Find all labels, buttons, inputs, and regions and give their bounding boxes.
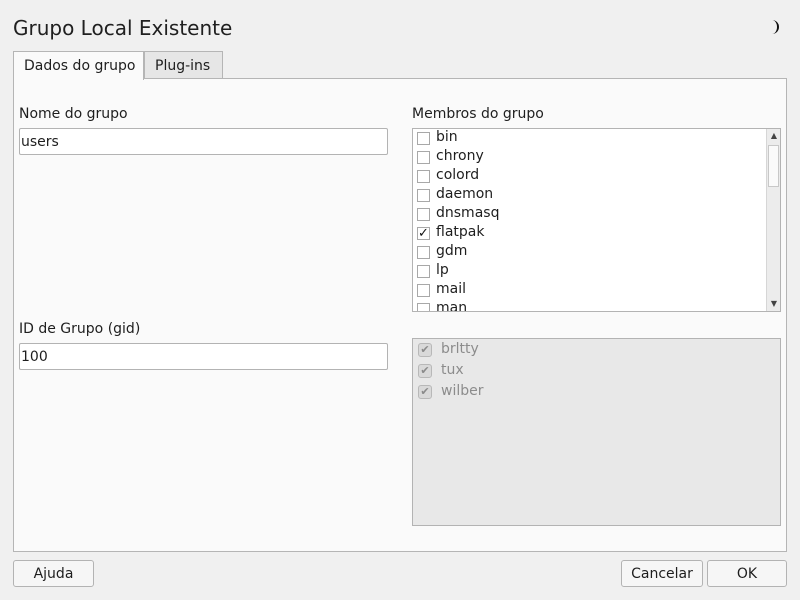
member-checkbox[interactable] bbox=[417, 132, 430, 145]
member-label: gdm bbox=[436, 243, 468, 259]
member-checkbox[interactable] bbox=[417, 246, 430, 259]
scroll-down-arrow-icon[interactable]: ▼ bbox=[770, 300, 778, 308]
gid-field[interactable]: 100 bbox=[19, 343, 388, 370]
list-item: ✔ tux bbox=[418, 361, 618, 381]
fixed-member-checkbox: ✔ bbox=[418, 364, 432, 378]
gid-label: ID de Grupo (gid) bbox=[19, 321, 141, 337]
member-label: bin bbox=[436, 129, 458, 145]
list-item[interactable]: mail bbox=[413, 281, 767, 300]
group-name-field[interactable]: users bbox=[19, 128, 388, 155]
member-label: mail bbox=[436, 281, 466, 297]
list-item[interactable]: colord bbox=[413, 167, 767, 186]
members-list[interactable]: bin chrony colord daemon dnsmasq ✓ flatpak gdm l… bbox=[412, 128, 781, 312]
members-label: Membros do grupo bbox=[412, 106, 544, 122]
member-label: flatpak bbox=[436, 224, 485, 240]
list-item: ✔ brltty bbox=[418, 340, 618, 360]
tab-group-data[interactable]: Dados do grupo bbox=[13, 51, 144, 80]
fixed-member-label: tux bbox=[441, 362, 464, 378]
list-item[interactable]: bin bbox=[413, 129, 767, 148]
moon-icon bbox=[772, 20, 779, 34]
fixed-member-checkbox: ✔ bbox=[418, 385, 432, 399]
ok-button[interactable]: OK bbox=[707, 560, 787, 587]
member-checkbox[interactable] bbox=[417, 170, 430, 183]
member-label: colord bbox=[436, 167, 480, 183]
list-item: ✔ wilber bbox=[418, 382, 618, 402]
member-checkbox[interactable] bbox=[417, 208, 430, 221]
members-scrollbar[interactable]: ▲ ▼ bbox=[766, 129, 780, 311]
scroll-up-arrow-icon[interactable]: ▲ bbox=[770, 132, 778, 140]
tab-plugins[interactable]: Plug-ins bbox=[144, 51, 223, 79]
fixed-member-checkbox: ✔ bbox=[418, 343, 432, 357]
list-item[interactable]: daemon bbox=[413, 186, 767, 205]
fixed-members-box: ✔ brltty ✔ tux ✔ wilber bbox=[412, 338, 781, 526]
member-label: chrony bbox=[436, 148, 484, 164]
member-label: man bbox=[436, 300, 468, 312]
help-button[interactable]: Ajuda bbox=[13, 560, 94, 587]
list-item[interactable]: ✓ flatpak bbox=[413, 224, 767, 243]
group-data-panel: Nome do grupo users Membros do grupo bin… bbox=[13, 78, 787, 552]
list-item[interactable]: chrony bbox=[413, 148, 767, 167]
list-item[interactable]: man bbox=[413, 300, 767, 312]
member-checkbox[interactable] bbox=[417, 151, 430, 164]
list-item[interactable]: lp bbox=[413, 262, 767, 281]
member-label: lp bbox=[436, 262, 449, 278]
list-item[interactable]: dnsmasq bbox=[413, 205, 767, 224]
member-label: daemon bbox=[436, 186, 494, 202]
member-label: dnsmasq bbox=[436, 205, 500, 221]
list-item[interactable]: gdm bbox=[413, 243, 767, 262]
fixed-member-label: wilber bbox=[441, 383, 484, 399]
window-title: Grupo Local Existente bbox=[13, 16, 233, 40]
member-checkbox[interactable] bbox=[417, 303, 430, 311]
fixed-member-label: brltty bbox=[441, 341, 479, 357]
cancel-button[interactable]: Cancelar bbox=[621, 560, 703, 587]
member-checkbox[interactable] bbox=[417, 189, 430, 202]
group-name-label: Nome do grupo bbox=[19, 106, 128, 122]
member-checkbox[interactable]: ✓ bbox=[417, 227, 430, 240]
scroll-thumb[interactable] bbox=[768, 145, 779, 187]
member-checkbox[interactable] bbox=[417, 284, 430, 297]
member-checkbox[interactable] bbox=[417, 265, 430, 278]
